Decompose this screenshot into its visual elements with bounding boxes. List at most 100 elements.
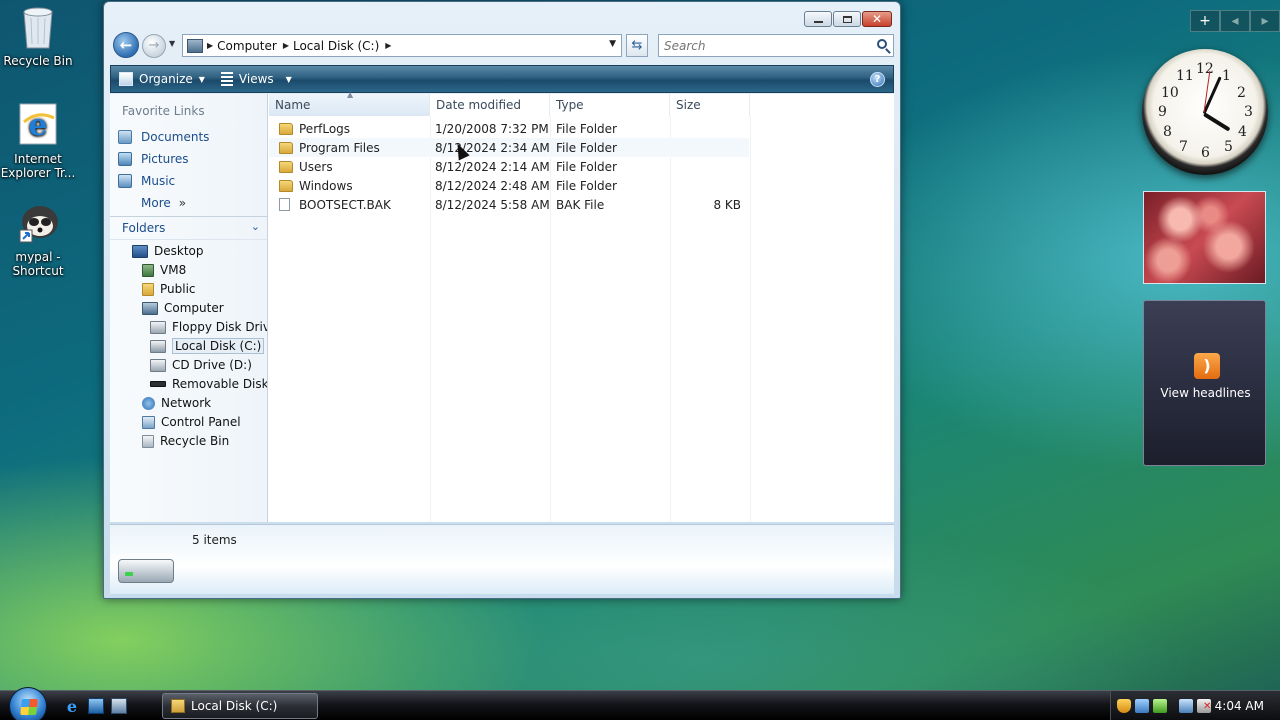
tree-item-vm8[interactable]: VM8 [142, 261, 186, 279]
folder-icon [279, 160, 293, 173]
favorite-link-documents[interactable]: Documents [118, 128, 209, 146]
taskbar-button-local-disk[interactable]: Local Disk (C:) [162, 693, 318, 719]
desktop-icon-mypal[interactable]: mypal - Shortcut [0, 200, 76, 278]
tree-item-public[interactable]: Public [142, 280, 196, 298]
file-row[interactable]: PerfLogs 1/20/2008 7:32 PM File Folder [269, 119, 749, 138]
feed-headlines-gadget[interactable]: ) View headlines [1143, 300, 1266, 466]
tree-item-cd-drive[interactable]: CD Drive (D:) [150, 356, 252, 374]
chevron-down-icon[interactable]: ⌄ [251, 220, 260, 233]
maximize-button[interactable] [833, 11, 861, 27]
search-icon[interactable] [877, 39, 887, 49]
file-row[interactable]: BOOTSECT.BAK 8/12/2024 5:58 AM BAK File … [269, 195, 749, 214]
add-gadget-button[interactable]: + [1190, 10, 1220, 32]
search-box[interactable] [658, 34, 894, 57]
network-tray-icon[interactable] [1135, 699, 1149, 713]
tree-item-recycle-bin[interactable]: Recycle Bin [142, 432, 229, 450]
column-header-name[interactable]: ▲ Name [269, 90, 430, 116]
organize-button[interactable]: Organize ▼ [111, 66, 213, 92]
volume-muted-icon[interactable]: ✕ [1197, 699, 1211, 713]
switch-windows-icon[interactable] [111, 698, 127, 714]
chevron-down-icon: ▼ [198, 74, 205, 84]
file-type: File Folder [556, 159, 617, 174]
folders-header[interactable]: Folders ⌄ [110, 216, 267, 240]
breadcrumb-separator-icon[interactable]: ▶ [385, 41, 391, 50]
slideshow-gadget[interactable] [1143, 191, 1266, 284]
forward-button[interactable]: → [142, 34, 166, 58]
tree-item-floppy[interactable]: Floppy Disk Drive [150, 318, 268, 336]
tree-item-label: Local Disk (C:) [172, 338, 265, 354]
explorer-content: Favorite Links Documents Pictures Music … [110, 90, 894, 522]
file-type: BAK File [556, 197, 605, 212]
column-header-label: Name [275, 98, 311, 112]
file-row[interactable]: Users 8/12/2024 2:14 AM File Folder [269, 157, 749, 176]
start-button[interactable] [9, 687, 47, 720]
tree-item-label: Floppy Disk Drive [172, 320, 268, 334]
control-panel-icon [142, 415, 155, 429]
file-name: Users [299, 159, 333, 174]
back-button[interactable]: ← [113, 32, 139, 58]
tree-item-desktop[interactable]: Desktop [132, 242, 204, 260]
tree-item-computer[interactable]: Computer [142, 299, 224, 317]
computer-icon [142, 301, 158, 315]
svg-text:e: e [28, 108, 47, 143]
file-name: PerfLogs [299, 121, 351, 136]
address-dropdown-icon[interactable]: ▼ [609, 39, 616, 49]
security-shield-icon[interactable] [1117, 699, 1131, 713]
tree-item-control-panel[interactable]: Control Panel [142, 413, 241, 431]
forward-arrow-icon: → [148, 38, 160, 53]
tree-item-local-disk[interactable]: Local Disk (C:) [150, 337, 265, 355]
tree-item-network[interactable]: Network [142, 394, 211, 412]
column-header-date[interactable]: Date modified [430, 94, 550, 116]
favorite-link-pictures[interactable]: Pictures [118, 150, 189, 168]
file-row[interactable]: Program Files 8/12/2024 2:34 AM File Fol… [269, 138, 749, 157]
clock-gadget[interactable]: 12 1 2 3 4 5 6 7 8 9 10 11 [1142, 49, 1268, 175]
favorite-link-more[interactable]: More » [141, 194, 186, 212]
tree-item-removable[interactable]: Removable Disk (E [150, 375, 267, 393]
organize-label: Organize [139, 72, 193, 86]
pictures-icon [118, 152, 132, 166]
local-disk-icon [118, 559, 174, 583]
internet-explorer-icon[interactable]: e [64, 697, 80, 716]
favorite-links-title: Favorite Links [122, 104, 205, 118]
file-date: 8/12/2024 2:14 AM [435, 159, 550, 174]
column-header-type[interactable]: Type [550, 94, 670, 116]
file-row[interactable]: Windows 8/12/2024 2:48 AM File Folder [269, 176, 749, 195]
help-button[interactable]: ? [870, 72, 885, 87]
column-header-size[interactable]: Size [670, 94, 750, 116]
file-type: File Folder [556, 140, 617, 155]
views-button[interactable]: Views ▼ [213, 66, 300, 92]
folders-title: Folders [122, 221, 166, 235]
clock-number: 5 [1224, 139, 1233, 155]
show-desktop-icon[interactable] [88, 698, 104, 714]
refresh-button[interactable]: ⇆ [626, 34, 648, 57]
favorite-link-music[interactable]: Music [118, 172, 175, 190]
desktop-icon-recycle-bin[interactable]: Recycle Bin [0, 4, 76, 68]
close-button[interactable]: ✕ [862, 11, 892, 27]
tree-item-label: Public [160, 282, 196, 296]
explorer-window: ✕ ← → ▼ ▶ Computer ▶ Local Disk (C:) ▶ ▼… [103, 1, 901, 599]
network-status-icon[interactable] [1179, 699, 1193, 713]
breadcrumb-local-disk[interactable]: Local Disk (C:) [293, 39, 379, 53]
column-divider [750, 116, 751, 522]
sidebar-controls: + ◂ ▸ [1190, 10, 1280, 32]
breadcrumb-separator-icon[interactable]: ▶ [283, 41, 289, 50]
breadcrumb-computer[interactable]: Computer [217, 39, 277, 53]
windows-update-icon[interactable] [1153, 699, 1167, 713]
computer-icon [187, 38, 203, 53]
address-bar[interactable]: ▶ Computer ▶ Local Disk (C:) ▶ ▼ [182, 34, 622, 57]
previous-gadgets-button[interactable]: ◂ [1220, 10, 1250, 32]
favorite-link-label: More [141, 196, 171, 210]
recent-pages-dropdown[interactable]: ▼ [169, 39, 175, 48]
search-input[interactable] [659, 35, 859, 56]
removable-disk-icon [150, 381, 166, 387]
next-gadgets-button[interactable]: ▸ [1250, 10, 1280, 32]
view-headlines-link[interactable]: View headlines [1144, 386, 1267, 400]
minimize-button[interactable] [804, 11, 832, 27]
clock-number: 12 [1196, 61, 1214, 77]
desktop-icon [132, 244, 148, 258]
taskbar-clock[interactable]: 4:04 AM [1215, 699, 1264, 713]
views-icon [220, 72, 233, 86]
minimize-icon [813, 20, 823, 23]
desktop-icon-internet-explorer[interactable]: e Internet Explorer Tr... [0, 102, 76, 180]
breadcrumb-separator-icon[interactable]: ▶ [207, 41, 213, 50]
